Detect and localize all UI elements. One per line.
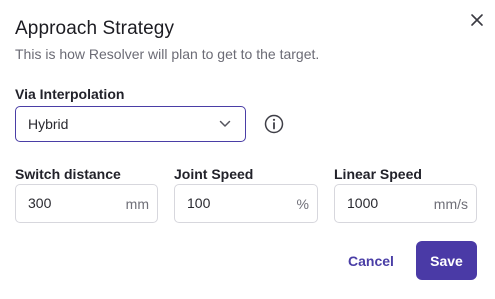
switch-distance-unit: mm bbox=[125, 196, 149, 212]
switch-distance-field: mm bbox=[15, 184, 158, 223]
cancel-button[interactable]: Cancel bbox=[340, 248, 402, 274]
linear-speed-label: Linear Speed bbox=[334, 166, 422, 182]
info-icon[interactable] bbox=[264, 114, 284, 134]
approach-strategy-dialog: Approach Strategy This is how Resolver w… bbox=[0, 0, 495, 299]
interpolation-label: Via Interpolation bbox=[15, 86, 125, 102]
linear-speed-unit: mm/s bbox=[433, 196, 468, 212]
close-icon[interactable] bbox=[468, 11, 486, 29]
joint-speed-unit: % bbox=[296, 196, 309, 212]
linear-speed-field: mm/s bbox=[334, 184, 477, 223]
interpolation-select[interactable]: Hybrid bbox=[15, 106, 246, 142]
joint-speed-field: % bbox=[174, 184, 318, 223]
dialog-subtitle: This is how Resolver will plan to get to… bbox=[15, 46, 320, 62]
joint-speed-label: Joint Speed bbox=[174, 166, 254, 182]
save-button[interactable]: Save bbox=[416, 241, 477, 280]
switch-distance-input[interactable] bbox=[28, 195, 98, 211]
chevron-down-icon bbox=[219, 120, 231, 127]
switch-distance-label: Switch distance bbox=[15, 166, 121, 182]
linear-speed-input[interactable] bbox=[347, 195, 417, 211]
interpolation-selected-value: Hybrid bbox=[28, 116, 69, 132]
dialog-title: Approach Strategy bbox=[15, 18, 175, 39]
joint-speed-input[interactable] bbox=[187, 195, 257, 211]
